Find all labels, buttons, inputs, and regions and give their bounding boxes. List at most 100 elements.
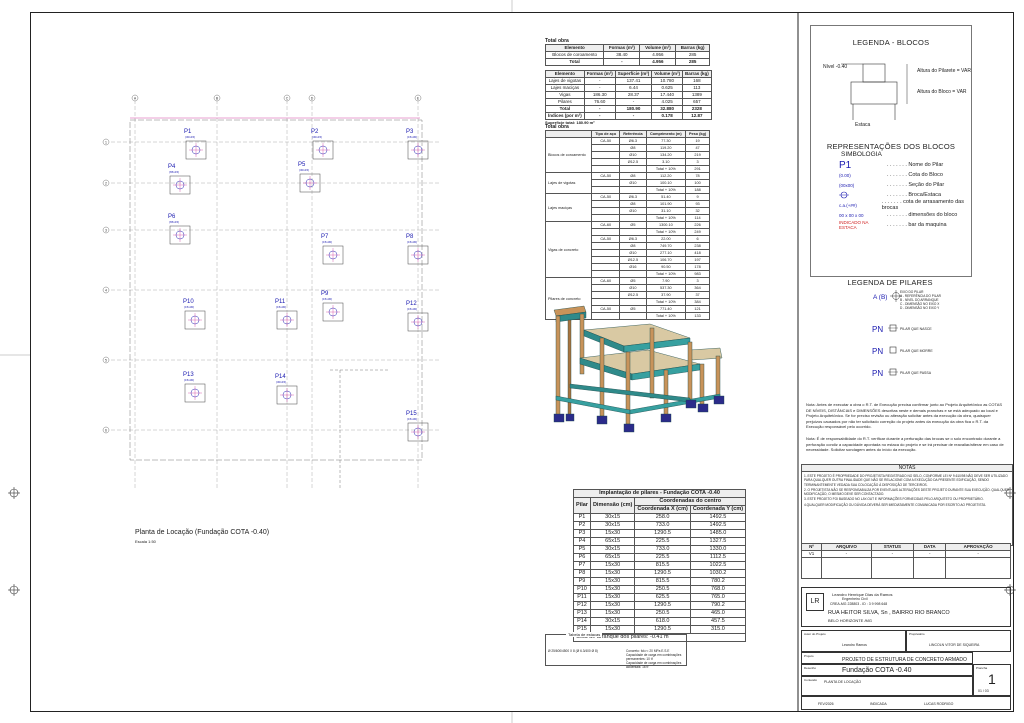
implant-row-cell-3: 457.5: [689, 617, 747, 626]
implant-row-cell-1: 65x15: [589, 537, 636, 546]
notes-box: NOTAS 1. ESTE PROJETO É PROPRIEDADE DO P…: [801, 464, 1013, 546]
stake-table-left: Ø 25/600/4500 X 8 (Ø 6.3/400 Ø 8): [548, 649, 598, 653]
implant-row-cell-0: P11: [573, 593, 591, 602]
steel-header-4: Peso (kg): [685, 130, 710, 138]
implant-row-cell-1: 15x30: [589, 601, 636, 610]
implant-row-cell-2: 815.5: [634, 561, 691, 570]
implant-row-cell-1: 15x30: [589, 609, 636, 618]
implant-row-cell-3: 1492.5: [689, 521, 747, 530]
steel-cell-1: Ø12.5: [619, 256, 647, 264]
t1-row-cell-1: 38.40: [603, 51, 641, 59]
steel-cell-2: 101.90: [645, 200, 687, 208]
implant-row-cell-3: 1112.5: [689, 553, 747, 562]
steel-cell-1: Ø5: [619, 221, 647, 229]
implant-h-x: Coordenada X (cm): [634, 505, 691, 514]
t2-row: Vigas 186.30 28.37 17.440 1389: [545, 91, 712, 99]
stake-table-lines: Concreto: fck>= 20 MPa E.S.E Capacidade d…: [626, 649, 686, 669]
t1-header-2: Volume (m³): [639, 44, 677, 52]
steel-cell-0: CA-50: [591, 137, 621, 145]
t2-row-cell-3: 4.025: [651, 98, 683, 106]
steel-cell-3: 9: [685, 193, 710, 201]
steel-cell-0: [591, 151, 621, 159]
steel-cell-0: [591, 158, 621, 166]
t1-header-1: Formas (m²): [603, 44, 641, 52]
project-address: RUA HEITOR SILVA, Sn , BAIRRO RIO BRANCO: [828, 610, 950, 616]
implant-row: P1 30x15 258.0 1492.5: [573, 513, 747, 522]
revision-cell-0: V1: [800, 550, 823, 558]
engineer-crea: CREA-MG 228803 - ID : 3 9 998 648: [830, 602, 888, 606]
implant-row-cell-1: 30x15: [589, 513, 636, 522]
steel-cell-2: 134.20: [645, 151, 687, 159]
steel-cell-3: 32: [685, 207, 710, 215]
symbology-text: . . . . . . . Nome do Pilar: [887, 162, 944, 168]
steel-cell-3: 114: [685, 214, 710, 222]
steel-cell-2: 106.70: [645, 256, 687, 264]
implant-row-cell-0: P14: [573, 617, 591, 626]
steel-cell-2: 119.20: [645, 144, 687, 152]
steel-cell-1: Ø5: [619, 277, 647, 285]
steel-header-1: Tipo de aço: [591, 130, 621, 138]
symbology-text: . . . . . . . dimensões do bloco: [887, 212, 958, 218]
implant-row-cell-3: 465.0: [689, 609, 747, 618]
t2-header-4: Barras (kg): [681, 70, 712, 78]
implant-h-pilar: Pilar: [573, 497, 591, 514]
t2-header-2: Superfície (m²): [614, 70, 653, 78]
implant-row-cell-0: P4: [573, 537, 591, 546]
project-cell: Projeto PROJETO DE ESTRUTURA DE CONCRETO…: [801, 652, 973, 664]
implant-row-cell-2: 815.5: [634, 577, 691, 586]
symbology-item: c.a.(+##) . . . . . . . cota de arrasamen…: [839, 199, 971, 211]
t2-row-cell-0: Vigas: [545, 91, 585, 99]
engineer-block: LR Leandro Henrique Dias da Ramos Engenh…: [801, 587, 1011, 627]
t2-total-3: 32.880: [651, 105, 683, 113]
t2-total-4: 2328: [681, 105, 712, 113]
author-name: Leandro Ramos: [842, 643, 867, 647]
legend-pillars: LEGENDA DE PILARES A (B) EIXO DO PILAR A …: [810, 278, 970, 378]
steel-cell-3: 219: [685, 151, 710, 159]
steel-cell-2: Total + 10%: [645, 228, 687, 236]
symbology-symbol: 00 x 00 x 00: [839, 212, 864, 218]
t2-total-2: 180.90: [614, 105, 653, 113]
steel-cell-1: Ø6.3: [619, 137, 647, 145]
sheet-cell: Prancha 1 01 / 03: [973, 664, 1011, 696]
symbology-text: . . . . . . . Seção do Pilar: [887, 182, 945, 188]
project-name: PROJETO DE ESTRUTURA DE CONCRETO ARMADO: [842, 657, 967, 663]
meta-cell: FEV/2026 INDICADA LUCAS RODRIGO: [801, 696, 1011, 710]
steel-cell-1: Ø12.5: [619, 158, 647, 166]
implant-row-cell-3: 765.0: [689, 593, 747, 602]
t2-row-cell-4: 168: [681, 77, 712, 85]
steel-cell-3: 291: [685, 165, 710, 173]
row-number: 3: [105, 228, 107, 232]
t1-row-cell-0: Blocos de coroamento: [544, 51, 605, 59]
steel-cell-3: 3: [685, 277, 710, 285]
level-label: Nível -0.40: [823, 64, 848, 70]
symbology-item: P1 . . . . . . . Nome do Pilar: [839, 160, 971, 171]
pillar-types: PN PILAR QUE NASCE PN PILAR QUE MORRE PN PILA…: [872, 318, 972, 384]
implant-row-cell-1: 15x30: [589, 577, 636, 586]
revision-cell-2: -: [870, 550, 915, 558]
implant-row-cell-3: 1030.2: [689, 569, 747, 578]
implant-title: Implantação de pilares - Fundação COTA -…: [572, 489, 747, 498]
steel-row: Lajes de vigotas CA-50 Ø8 112.20 78: [544, 172, 710, 194]
implant-row-cell-0: P6: [573, 553, 591, 562]
t2-row-cell-4: 113: [681, 84, 712, 92]
steel-cell-0: [591, 263, 621, 271]
implant-row-cell-0: P12: [573, 601, 591, 610]
implant-row-cell-2: 225.5: [634, 553, 691, 562]
implant-row: P6 65x15 225.5 1112.5: [573, 553, 747, 562]
implant-row-cell-2: 258.0: [634, 513, 691, 522]
axis-lines: EIXO DO PILAR A - REFERÊNCIA DO PILAR B - …: [900, 290, 941, 310]
t2-row-cell-1: -: [583, 84, 616, 92]
stake-label: Estaca: [855, 122, 871, 128]
implant-row-cell-2: 1290.5: [634, 601, 691, 610]
pillar-type: PN PILAR QUE NASCE: [872, 318, 972, 340]
steel-cell-0: CA-50: [591, 172, 621, 180]
revision-cell-1: -: [821, 550, 872, 558]
3d-structure-view: [553, 305, 725, 433]
implant-row: P12 15x30 1290.5 790.2: [573, 601, 747, 610]
implant-row: P7 15x30 815.5 1022.5: [573, 561, 747, 570]
steel-cell-3: 178: [685, 263, 710, 271]
implant-row-cell-1: 15x30: [589, 593, 636, 602]
steel-cell-3: 238: [685, 242, 710, 250]
steel-cell-1: [619, 270, 647, 278]
date-value: FEV/2026: [818, 702, 834, 706]
